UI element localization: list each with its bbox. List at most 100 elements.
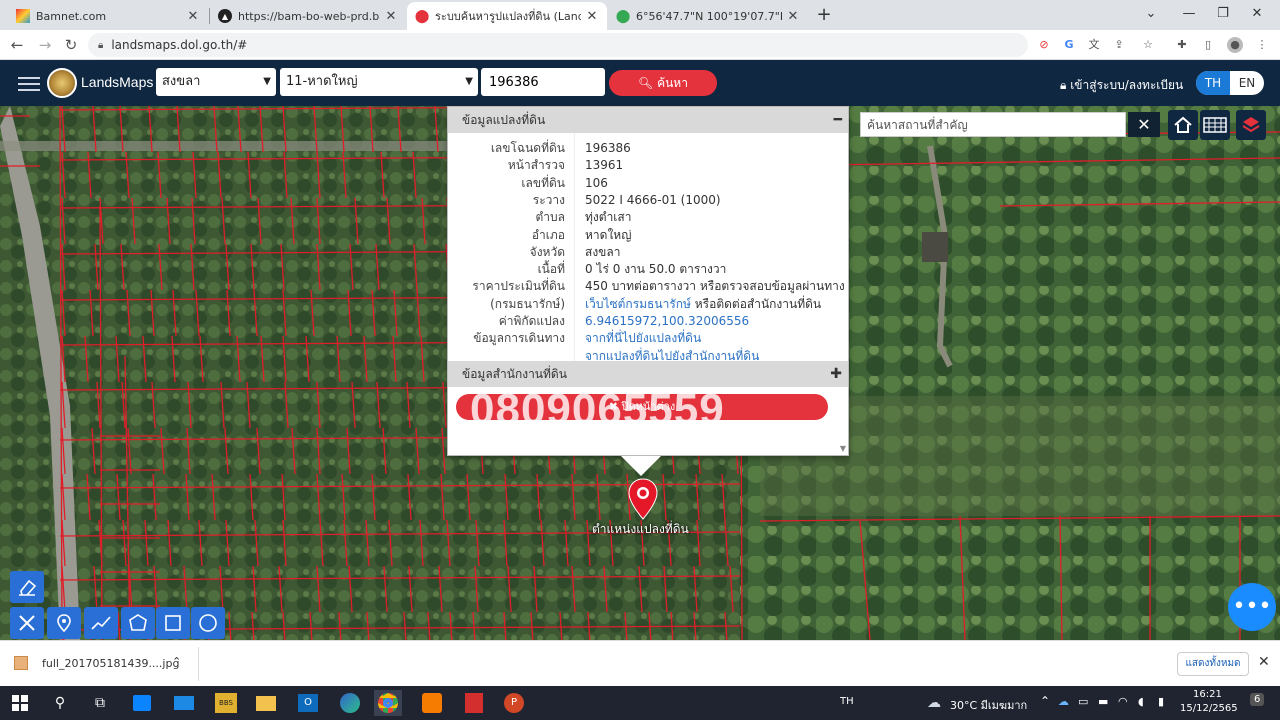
new-tab-button[interactable]: + — [813, 4, 835, 26]
show-all-button[interactable]: แสดงทั้งหมด — [1177, 652, 1249, 676]
mail-icon[interactable] — [170, 690, 198, 716]
url-text: landsmaps.dol.go.th/# — [111, 38, 248, 52]
keyboard-icon — [1203, 117, 1227, 133]
weather-text[interactable]: 30°C มีเมฆมาก — [950, 696, 1027, 714]
browser-tab-bar: Bamnet.com ✕ ▲ https://bam-bo-web-prd.ba… — [0, 0, 1280, 30]
parcel-info-header[interactable]: ข้อมูลแปลงที่ดิน ━ — [448, 107, 848, 133]
info-value[interactable]: 6.94615972,100.32006556 — [585, 313, 749, 330]
chevron-up-icon[interactable]: ⌃ — [172, 655, 181, 668]
share-icon[interactable]: ⇪ — [1111, 37, 1127, 53]
task-view-icon[interactable]: ⧉ — [86, 690, 114, 716]
place-search-placeholder: ค้นหาสถานที่สำคัญ — [867, 118, 968, 132]
line-tool[interactable] — [84, 607, 118, 639]
store-icon[interactable] — [128, 690, 156, 716]
eraser-tool[interactable] — [10, 571, 44, 603]
info-value[interactable]: จากที่นี่ไปยังแปลงที่ดิน — [585, 330, 701, 347]
map-pin-icon[interactable] — [627, 478, 659, 520]
polygon-tool[interactable] — [121, 607, 155, 639]
point-tool[interactable] — [47, 607, 81, 639]
clock-time[interactable]: 16:21 — [1193, 689, 1222, 700]
info-row: อำเภอ หาดใหญ่ — [448, 227, 848, 244]
land-office-title: ข้อมูลสำนักงานที่ดิน — [462, 367, 567, 381]
download-item[interactable]: full_201705181439....jpg — [14, 656, 179, 670]
tab-google-maps[interactable]: ⬤ 6°56'47.7"N 100°19'07.7"E - Goo ✕ — [608, 2, 808, 30]
circle-icon — [199, 614, 217, 632]
province-select[interactable]: สงขลา ▼ — [156, 68, 276, 96]
chrome-icon[interactable] — [374, 690, 402, 716]
google-icon[interactable]: G — [1061, 37, 1077, 53]
bbs-app-icon[interactable]: BBS — [212, 690, 240, 716]
keyboard-button[interactable] — [1200, 110, 1230, 140]
extensions-icon[interactable]: ✚ — [1174, 37, 1190, 53]
google-maps-favicon-icon: ⬤ — [615, 8, 631, 24]
collapse-icon[interactable]: ━ — [834, 107, 842, 133]
tab-bamnet[interactable]: Bamnet.com ✕ — [8, 2, 208, 30]
layers-icon — [1242, 117, 1260, 133]
reload-icon[interactable]: ↻ — [60, 34, 82, 56]
wifi-icon[interactable]: ◠ — [1118, 695, 1128, 708]
circle-tool[interactable] — [191, 607, 225, 639]
place-search-input[interactable]: ค้นหาสถานที่สำคัญ — [860, 112, 1126, 137]
parcel-number-input[interactable] — [481, 68, 605, 96]
home-button[interactable] — [1168, 110, 1198, 140]
language-switch[interactable]: TH EN — [1196, 71, 1264, 95]
translate-icon[interactable]: 文 — [1086, 37, 1102, 53]
input-language[interactable]: TH — [840, 696, 854, 707]
menu-dots-icon[interactable]: ⋮ — [1254, 37, 1270, 53]
battery-icon[interactable]: ▮ — [1158, 695, 1164, 708]
outlook-icon[interactable]: O — [294, 690, 322, 716]
profile-avatar-icon[interactable]: ● — [1227, 37, 1243, 53]
land-office-header[interactable]: ข้อมูลสำนักงานที่ดิน ✚ — [448, 361, 848, 387]
bookmark-star-icon[interactable]: ☆ — [1140, 37, 1156, 53]
district-select[interactable]: 11-หาดใหญ่ ▼ — [280, 68, 478, 96]
search-button-label: ค้นหา — [657, 76, 688, 90]
rectangle-tool[interactable] — [156, 607, 190, 639]
polygon-icon — [129, 614, 147, 631]
tab-landsmaps[interactable]: ⬤ ระบบค้นหารูปแปลงที่ดิน (LandsMaps) ✕ — [407, 2, 607, 30]
back-icon[interactable]: ← — [6, 34, 28, 56]
more-options-button[interactable]: ••• — [1228, 583, 1276, 631]
network-icon[interactable]: ▭ — [1078, 695, 1088, 708]
powerpoint-icon[interactable]: P — [500, 690, 528, 716]
forward-icon[interactable]: → — [34, 34, 56, 56]
show-hidden-icons-icon[interactable]: ⌃ — [1040, 694, 1050, 708]
side-panel-icon[interactable]: ▯ — [1200, 37, 1216, 53]
tab-bam-bo[interactable]: ▲ https://bam-bo-web-prd.bam.co ✕ — [210, 2, 406, 30]
cloud-weather-icon: ☁ — [927, 695, 941, 711]
measure-tool[interactable] — [10, 607, 44, 639]
home-app-icon[interactable] — [418, 690, 446, 716]
close-tab-icon[interactable]: ✕ — [786, 9, 800, 24]
info-value: ทุ่งตำเสา — [585, 210, 632, 225]
close-download-bar-icon[interactable]: ✕ — [1258, 654, 1270, 670]
info-label: ค่าพิกัดแปลง — [498, 314, 565, 328]
close-tab-icon[interactable]: ✕ — [384, 9, 398, 24]
expand-icon[interactable]: ✚ — [830, 361, 842, 387]
acrobat-icon[interactable] — [460, 690, 488, 716]
login-link[interactable]: 🔒︎ เข้าสู่ระบบ/ลงทะเบียน — [1060, 76, 1183, 95]
close-tab-icon[interactable]: ✕ — [186, 9, 200, 24]
edge-icon[interactable] — [336, 690, 364, 716]
tab-title: 6°56'47.7"N 100°19'07.7"E - Goo — [636, 9, 782, 23]
show-all-label: แสดงทั้งหมด — [1185, 658, 1241, 669]
url-field[interactable]: 🔒︎ landsmaps.dol.go.th/# — [88, 33, 1028, 57]
blocked-icon[interactable]: ⊘ — [1036, 37, 1052, 53]
close-tab-icon[interactable]: ✕ — [585, 9, 599, 24]
treasury-website-link[interactable]: เว็บไซต์กรมธนารักษ์ — [585, 297, 691, 311]
clear-search-button[interactable]: ✕ — [1128, 112, 1160, 137]
volume-icon[interactable]: ◖ — [1138, 695, 1144, 708]
clock-date[interactable]: 15/12/2565 — [1180, 703, 1238, 714]
login-label: เข้าสู่ระบบ/ลงทะเบียน — [1070, 78, 1184, 92]
search-button[interactable]: 🔍︎ ค้นหา — [609, 70, 717, 96]
display-icon[interactable]: ▬ — [1098, 695, 1108, 708]
lang-en-button[interactable]: EN — [1230, 71, 1264, 95]
layers-button[interactable] — [1236, 110, 1266, 140]
windows-start-icon[interactable] — [6, 690, 34, 716]
lang-th-button[interactable]: TH — [1196, 71, 1230, 95]
notification-badge[interactable]: 6 — [1250, 693, 1265, 706]
scroll-down-icon[interactable]: ▼ — [840, 444, 846, 453]
search-icon[interactable]: ⚲ — [46, 690, 74, 716]
hamburger-menu-icon[interactable] — [18, 73, 40, 93]
onedrive-icon[interactable]: ☁ — [1058, 695, 1069, 708]
file-explorer-icon[interactable] — [252, 690, 280, 716]
close-window-button[interactable]: ✕ — [1234, 0, 1280, 28]
